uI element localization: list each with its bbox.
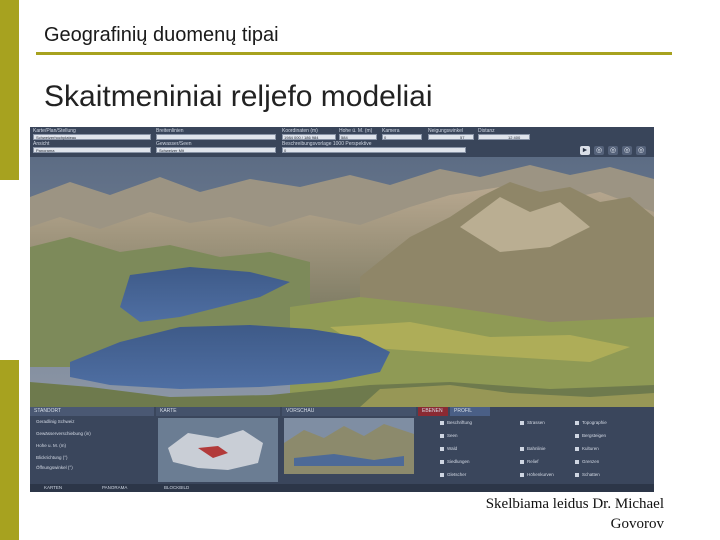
tab-ebenen[interactable]: EBENEN <box>418 407 448 416</box>
tab-karte[interactable]: KARTE <box>156 407 280 416</box>
left-accent-bar-bottom <box>0 360 19 540</box>
image-credit: Skelbiama leidus Dr. Michael Govorov <box>404 494 664 534</box>
field-input[interactable] <box>478 134 530 140</box>
layer-checkbox[interactable] <box>520 460 524 464</box>
layer-label: Bergsteigen <box>582 433 607 438</box>
layer-label: Relief <box>527 459 539 464</box>
tab-karten[interactable]: KARTEN <box>44 484 62 492</box>
credit-line: Skelbiama leidus Dr. Michael <box>485 496 664 512</box>
layer-checkbox[interactable] <box>440 460 444 464</box>
standort-item: Hohe u. M. (m) <box>36 443 67 448</box>
layer-label: Topographie <box>582 420 607 425</box>
minimap[interactable] <box>158 418 278 482</box>
field-input[interactable] <box>428 134 474 140</box>
field-value: 0 <box>284 148 287 153</box>
tab-profil[interactable]: PROFIL <box>450 407 490 416</box>
control-panel: STANDORT KARTE VORSCHAU EBENEN PROFIL Ge… <box>30 407 654 492</box>
layer-checkbox[interactable] <box>575 473 579 477</box>
header-divider <box>36 52 672 55</box>
layer-checkbox[interactable] <box>575 447 579 451</box>
play-button[interactable]: ► <box>580 146 590 155</box>
layer-checkbox[interactable] <box>520 421 524 425</box>
layer-label: Strassen <box>527 420 545 425</box>
field-value: 12 400 <box>508 135 521 140</box>
field-value: Schweizer Mit <box>159 148 184 153</box>
view-control-button[interactable]: ◎ <box>636 146 646 155</box>
field-value: 57 <box>460 135 465 140</box>
layer-label: Gletscher <box>447 472 467 477</box>
slide-header: Geografinių duomenų tipai <box>44 24 279 46</box>
field-value: Schweizerhochplateau <box>36 135 77 140</box>
layer-checkbox[interactable] <box>575 434 579 438</box>
layer-label: Siedlungen <box>447 459 470 464</box>
tab-standort[interactable]: STANDORT <box>30 407 154 416</box>
standort-item: Gewässerverschiebung (in) <box>36 431 91 436</box>
tab-vorschau[interactable]: VORSCHAU <box>282 407 416 416</box>
field-value: 0 <box>384 135 387 140</box>
layer-checkbox[interactable] <box>440 473 444 477</box>
layer-checkbox[interactable] <box>520 447 524 451</box>
terrain-app-screenshot: Karte/Plan/Stellung Schweizerhochplateau… <box>30 127 654 492</box>
preview-strip[interactable] <box>284 418 414 474</box>
layer-label: Wald <box>447 446 458 451</box>
field-value: Panorama <box>36 148 55 153</box>
field-input[interactable] <box>382 134 422 140</box>
view-control-button[interactable]: ◎ <box>622 146 632 155</box>
field-value: 584 <box>341 135 348 140</box>
layer-checkbox[interactable] <box>440 447 444 451</box>
field-input[interactable] <box>282 147 466 153</box>
layer-label: Kulturen <box>582 446 599 451</box>
tab-blockbild[interactable]: BLOCKBILD <box>164 484 189 492</box>
view-control-button[interactable]: ◎ <box>608 146 618 155</box>
standort-item: Blickrichtung (°) <box>36 455 68 460</box>
app-toolbar: Karte/Plan/Stellung Schweizerhochplateau… <box>30 127 654 157</box>
left-accent-bar-top <box>0 0 19 180</box>
view-control-button[interactable]: ◎ <box>594 146 604 155</box>
layer-label: Beschriftung <box>447 420 473 425</box>
standort-item[interactable]: Geradlinig Schweiz <box>36 419 75 424</box>
standort-item: Öffnungswinkel (°) <box>36 465 73 470</box>
slide-title: Skaitmeniniai reljefo modeliai <box>44 80 433 113</box>
layer-label: Schatten <box>582 472 600 477</box>
layer-checkbox[interactable] <box>440 421 444 425</box>
layer-label: Seen <box>447 433 458 438</box>
terrain-3d-view[interactable] <box>30 157 654 407</box>
layer-checkbox[interactable] <box>575 460 579 464</box>
field-input[interactable] <box>156 134 276 140</box>
field-value: 1984 000 / 186 984 <box>284 135 319 140</box>
layer-checkbox[interactable] <box>440 434 444 438</box>
layer-label: Höhenkurven <box>527 472 554 477</box>
layer-checkbox[interactable] <box>575 421 579 425</box>
tab-panorama[interactable]: PANORAMA <box>102 484 127 492</box>
credit-line: Govorov <box>610 516 664 532</box>
layer-label: Bahnlinie <box>527 446 546 451</box>
layer-label: Grenzen <box>582 459 600 464</box>
layer-checkbox[interactable] <box>520 473 524 477</box>
